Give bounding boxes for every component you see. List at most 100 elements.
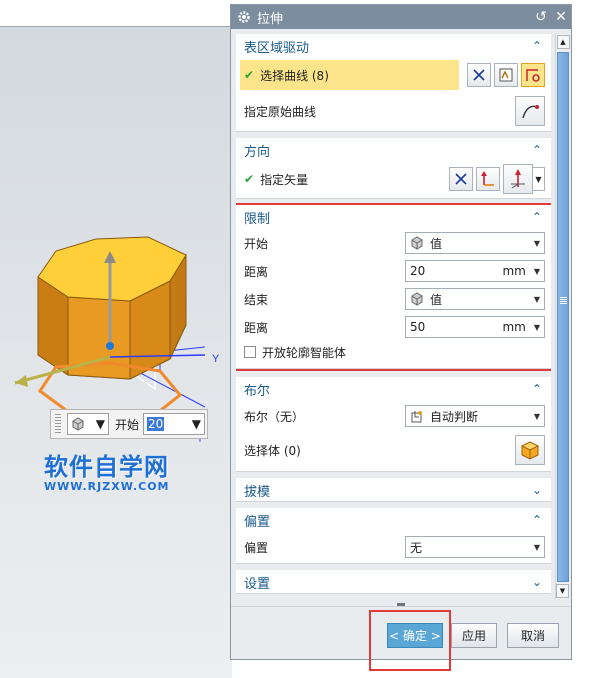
watermark: 软件自学网 WWW.RJZXW.COM: [44, 447, 170, 493]
end-distance-label: 距离: [244, 320, 269, 335]
dialog-titlebar[interactable]: 拉伸 ↺ ✕: [231, 5, 571, 29]
start-type-select[interactable]: 值 ▼: [405, 232, 545, 254]
start-type-value: 值: [430, 236, 443, 251]
dialog-title: 拉伸: [257, 11, 284, 27]
end-label: 结束: [244, 292, 269, 307]
mini-start-value: 20: [147, 417, 165, 431]
cube-icon: [411, 292, 423, 306]
scroll-thumb[interactable]: [557, 52, 569, 582]
reset-icon[interactable]: ↺: [531, 9, 551, 25]
chevron-up-icon[interactable]: ⌃: [529, 39, 545, 53]
specify-curve-button[interactable]: [515, 96, 545, 126]
boolean-select[interactable]: 自动判断 ▼: [405, 405, 545, 427]
select-curve-label[interactable]: 选择曲线 (8): [260, 67, 464, 84]
watermark-url: WWW.RJZXW.COM: [44, 480, 170, 493]
offset-label: 偏置: [244, 540, 269, 555]
reverse-direction-button[interactable]: [449, 167, 473, 191]
limit-type-dropdown[interactable]: ▼: [67, 413, 109, 435]
settings-header[interactable]: 设置 ⌄: [236, 570, 551, 594]
draft-header[interactable]: 拔模 ⌄: [236, 478, 551, 502]
end-type-select[interactable]: 值 ▼: [405, 288, 545, 310]
open-profile-row: 开放轮廓智能体: [236, 341, 551, 363]
inferred-vector-icon: [511, 169, 525, 189]
scroll-up-icon[interactable]: ▲: [556, 35, 570, 49]
open-profile-checkbox[interactable]: [244, 346, 256, 358]
section-title: 限制: [244, 211, 271, 227]
chevron-down-icon[interactable]: ⌄: [529, 483, 545, 497]
boolean-header[interactable]: 布尔 ⌃: [236, 377, 551, 401]
end-row: 结束 值 ▼: [236, 285, 551, 313]
boolean-label: 布尔（无）: [244, 409, 305, 424]
start-distance-row: 距离 20 mm ▼: [236, 257, 551, 285]
cancel-button[interactable]: 取消: [507, 623, 559, 648]
close-icon[interactable]: ✕: [551, 9, 571, 25]
offset-header[interactable]: 偏置 ⌃: [236, 508, 551, 532]
settings-section: 设置 ⌄: [236, 570, 551, 594]
direction-section: 方向 ⌃ ✔ 指定矢量 ▼: [236, 138, 551, 199]
curve-rule-icon: [499, 68, 513, 82]
start-distance-value: 20: [410, 264, 426, 278]
offset-row: 偏置 无 ▼: [236, 532, 551, 562]
boolean-section: 布尔 ⌃ 布尔（无） 自动判断 ▼ 选择体 (0): [236, 377, 551, 472]
grip-handle[interactable]: [55, 414, 61, 434]
surface-drive-header[interactable]: 表区域驱动 ⌃: [236, 34, 551, 58]
axis-y-label: Y: [212, 353, 220, 365]
chevron-up-icon[interactable]: ⌃: [529, 210, 545, 224]
select-curve-button[interactable]: [521, 63, 545, 87]
original-curve-icon: [522, 105, 539, 119]
vector-icon: [481, 171, 494, 186]
chevron-up-icon[interactable]: ⌃: [529, 143, 545, 157]
deselect-button[interactable]: [467, 63, 491, 87]
mini-start-input[interactable]: 20 ▼: [143, 413, 206, 435]
specify-curve-label: 指定原始曲线: [244, 104, 317, 119]
chevron-up-icon[interactable]: ⌃: [529, 513, 545, 527]
end-distance-input[interactable]: 50 mm ▼: [405, 316, 545, 338]
section-title: 设置: [244, 576, 271, 592]
inferred-vector-button[interactable]: [503, 164, 533, 194]
mini-toolbar: ▼ 开始 20 ▼: [50, 409, 208, 439]
chevron-down-icon[interactable]: ▼: [533, 167, 545, 191]
dialog-scrollbar[interactable]: ▲ ▼: [555, 34, 570, 599]
vector-dialog-button[interactable]: [476, 167, 500, 191]
start-label: 开始: [244, 236, 269, 251]
open-profile-label[interactable]: 开放轮廓智能体: [262, 344, 346, 361]
boolean-value: 自动判断: [430, 409, 479, 424]
mini-start-label: 开始: [115, 417, 140, 432]
section-title: 拔模: [244, 484, 271, 500]
unit-label: mm: [502, 320, 526, 334]
chevron-down-icon: ▼: [191, 417, 202, 431]
section-title: 布尔: [244, 383, 271, 399]
chevron-down-icon: ▼: [533, 294, 540, 304]
cross-arrows-icon: [473, 69, 485, 81]
chevron-down-icon: ▼: [533, 238, 540, 248]
reverse-icon: [455, 173, 467, 185]
draft-section: 拔模 ⌄: [236, 478, 551, 502]
chevron-up-icon[interactable]: ⌃: [529, 382, 545, 396]
dialog-content: 表区域驱动 ⌃ ✔ 选择曲线 (8) 指定原始曲线 方向 ⌃ ✔ 指定矢量 ▼ …: [236, 34, 551, 597]
scroll-down-icon[interactable]: ▼: [556, 584, 569, 598]
limits-header[interactable]: 限制 ⌃: [236, 205, 551, 229]
graphics-viewport[interactable]: Y Y ▼ 开始 20 ▼ 软件自学网 WWW.RJZXW.COM: [0, 27, 232, 678]
select-body-button[interactable]: [515, 435, 545, 465]
watermark-title: 软件自学网: [44, 453, 169, 481]
chevron-down-icon: ▼: [533, 266, 540, 276]
limits-section: 限制 ⌃ 开始 值 ▼ 距离 20 mm ▼ 结束 值 ▼ 距离 50 mm ▼…: [236, 203, 551, 371]
specify-vector-label[interactable]: 指定矢量: [260, 171, 446, 188]
cube-icon: [72, 417, 84, 431]
select-curve-row: ✔ 选择曲线 (8): [236, 58, 551, 92]
offset-select[interactable]: 无 ▼: [405, 536, 545, 558]
chevron-down-icon: ▼: [533, 411, 540, 421]
chevron-down-icon[interactable]: ⌄: [529, 575, 545, 589]
start-distance-input[interactable]: 20 mm ▼: [405, 260, 545, 282]
select-body-label[interactable]: 选择体 (0): [244, 442, 512, 459]
extrude-dialog: 拉伸 ↺ ✕ 表区域驱动 ⌃ ✔ 选择曲线 (8) 指定原始曲线 方向 ⌃ ✔ …: [230, 4, 572, 671]
dialog-footer: < 确定 > 应用 取消: [231, 603, 571, 671]
apply-button[interactable]: 应用: [451, 623, 497, 648]
select-body-row: 选择体 (0): [236, 431, 551, 469]
curve-rule-button[interactable]: [494, 63, 518, 87]
chevron-down-icon: ▼: [533, 542, 540, 552]
end-distance-row: 距离 50 mm ▼: [236, 313, 551, 341]
direction-header[interactable]: 方向 ⌃: [236, 138, 551, 162]
ok-button[interactable]: < 确定 >: [387, 623, 443, 648]
chevron-down-icon: ▼: [95, 417, 105, 431]
